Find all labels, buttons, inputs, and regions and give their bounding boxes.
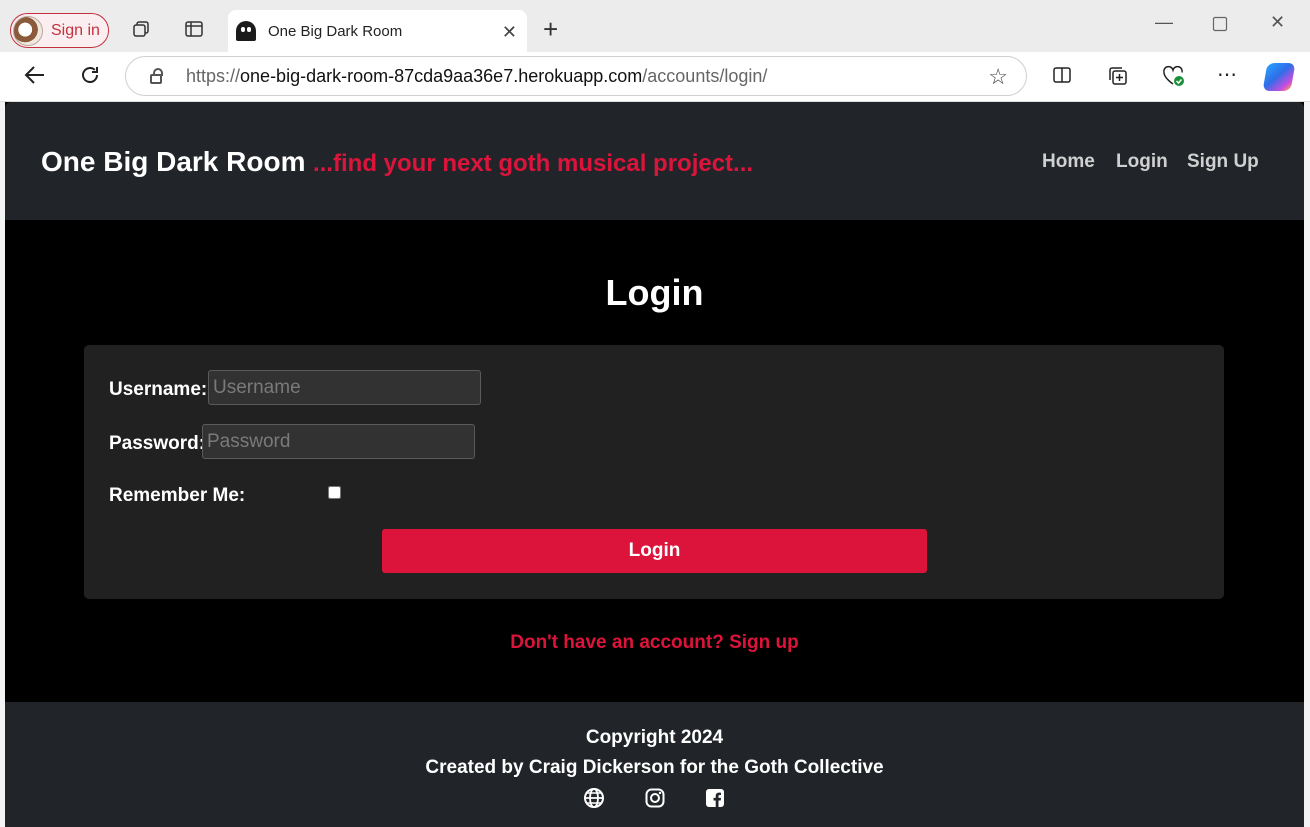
maximize-icon[interactable]: [1212, 16, 1228, 37]
facebook-icon[interactable]: [704, 787, 726, 809]
site-brand[interactable]: One Big Dark Room: [41, 146, 305, 178]
username-label: Username:: [109, 379, 208, 400]
password-input[interactable]: [202, 424, 475, 459]
browser-toolbar: https://one-big-dark-room-87cda9aa36e7.h…: [0, 52, 1310, 102]
page-content: One Big Dark Room ...find your next goth…: [5, 102, 1304, 827]
split-screen-icon[interactable]: [1052, 65, 1072, 91]
instagram-icon[interactable]: [644, 787, 666, 809]
new-tab-icon[interactable]: +: [543, 16, 558, 42]
nav-login-link[interactable]: Login: [1116, 151, 1168, 173]
back-arrow-icon[interactable]: [24, 64, 46, 92]
reload-icon[interactable]: [79, 64, 101, 92]
browser-essentials-icon[interactable]: [1162, 65, 1186, 93]
profile-sign-in-button[interactable]: Sign in: [10, 13, 109, 48]
globe-icon[interactable]: [583, 787, 605, 809]
browser-tab-bar: Sign in One Big Dark Room ✕ + — ✕: [0, 0, 1310, 52]
favorite-star-icon[interactable]: ☆: [988, 64, 1008, 90]
minimize-icon[interactable]: —: [1155, 12, 1173, 33]
copilot-icon[interactable]: [1262, 63, 1296, 91]
page-title: Login: [605, 272, 704, 313]
close-window-icon[interactable]: ✕: [1270, 12, 1285, 33]
site-tagline: ...find your next goth musical project..…: [313, 150, 754, 177]
username-input[interactable]: [208, 370, 481, 405]
nav-signup-link[interactable]: Sign Up: [1187, 151, 1259, 173]
login-form-card: Username: Password: Remember Me: Login: [84, 345, 1224, 599]
password-label: Password:: [109, 433, 206, 454]
site-footer: Copyright 2024 Created by Craig Dickerso…: [5, 702, 1304, 827]
more-options-icon[interactable]: ⋯: [1217, 62, 1237, 87]
credits-text: Created by Craig Dickerson for the Goth …: [425, 757, 884, 778]
remember-me-label: Remember Me:: [109, 485, 246, 506]
address-bar[interactable]: https://one-big-dark-room-87cda9aa36e7.h…: [125, 56, 1027, 96]
remember-me-checkbox[interactable]: [328, 486, 341, 499]
tab-title: One Big Dark Room: [268, 22, 403, 40]
profile-sign-in-label: Sign in: [51, 21, 100, 39]
profile-avatar: [13, 15, 43, 46]
collections-icon[interactable]: [1107, 65, 1129, 93]
close-tab-icon[interactable]: ✕: [502, 22, 517, 43]
tab-actions-icon[interactable]: [183, 18, 205, 40]
nav-home-link[interactable]: Home: [1042, 151, 1095, 173]
signup-link[interactable]: Don't have an account? Sign up: [5, 632, 1304, 654]
login-submit-button[interactable]: Login: [382, 529, 927, 573]
lock-icon[interactable]: [150, 68, 163, 84]
copyright-text: Copyright 2024: [585, 727, 724, 748]
active-tab[interactable]: One Big Dark Room ✕: [228, 10, 527, 52]
workspaces-icon[interactable]: [130, 18, 152, 40]
ghost-favicon-icon: [236, 21, 256, 41]
url-text: https://one-big-dark-room-87cda9aa36e7.h…: [186, 65, 768, 86]
site-header: One Big Dark Room ...find your next goth…: [5, 102, 1304, 220]
